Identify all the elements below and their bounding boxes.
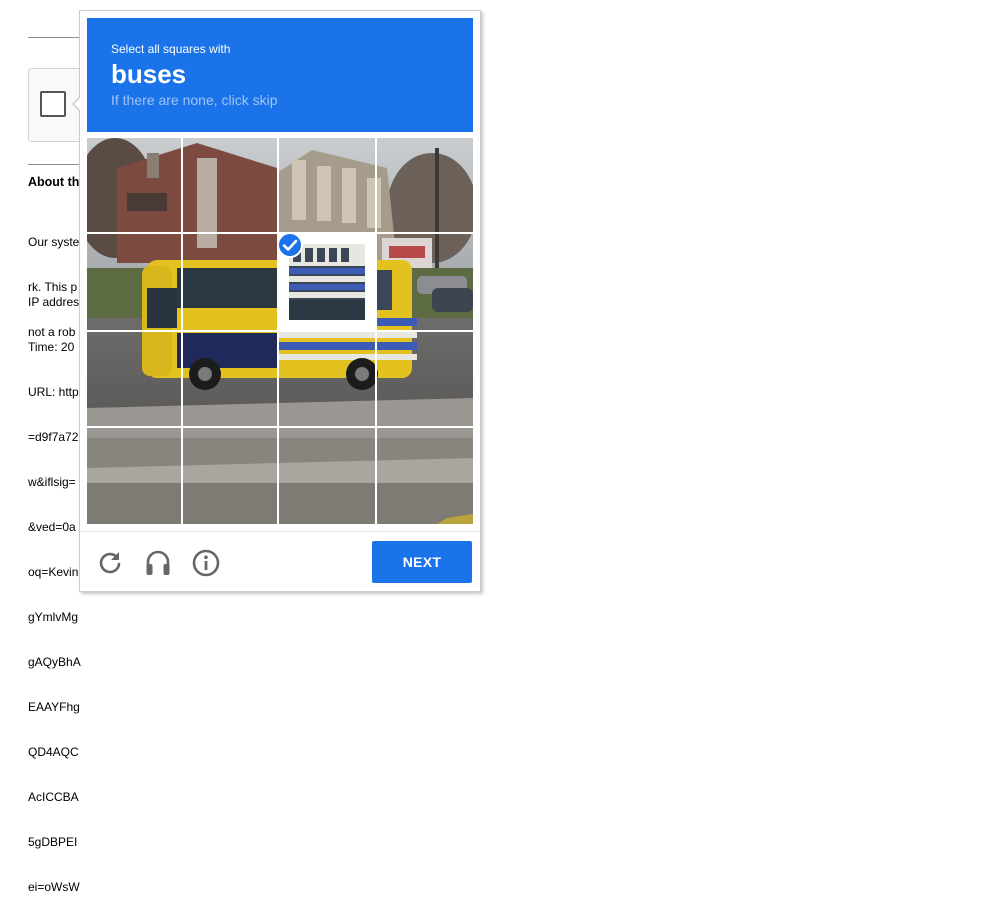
about-heading: About th bbox=[28, 175, 80, 189]
detail-line: gAQyBhA bbox=[28, 655, 81, 669]
reload-button[interactable] bbox=[95, 548, 125, 578]
grid-tile[interactable] bbox=[87, 234, 181, 328]
detail-line: EAAYFhg bbox=[28, 700, 80, 714]
reload-icon bbox=[99, 552, 121, 574]
detail-line: &ved=0a bbox=[28, 520, 76, 534]
grid-tile[interactable] bbox=[377, 428, 471, 522]
audio-challenge-button[interactable] bbox=[143, 548, 173, 578]
challenge-popup: Select all squares with buses If there a… bbox=[79, 10, 481, 592]
grid-tile[interactable] bbox=[183, 138, 277, 232]
detail-line: ei=oWsW bbox=[28, 880, 80, 894]
grid-tile[interactable] bbox=[87, 332, 181, 426]
grid-tile[interactable] bbox=[377, 138, 471, 232]
grid-tile[interactable] bbox=[87, 428, 181, 522]
paragraph-line: Our syste bbox=[28, 235, 80, 249]
grid-tile[interactable] bbox=[279, 138, 373, 232]
skip-hint: If there are none, click skip bbox=[111, 92, 278, 108]
detail-line: gYmlvMg bbox=[28, 610, 79, 624]
detail-line: IP addres bbox=[28, 295, 80, 309]
detail-line: Time: 20 bbox=[28, 340, 75, 354]
detail-line: QD4AQC bbox=[28, 745, 79, 759]
detail-line: 5gDBPEI bbox=[28, 835, 78, 849]
footer-divider bbox=[80, 531, 480, 532]
help-button[interactable] bbox=[191, 548, 221, 578]
detail-line: oq=Kevin bbox=[28, 565, 79, 579]
grid-tile[interactable] bbox=[377, 234, 471, 328]
headphones-icon bbox=[146, 550, 170, 575]
grid-tile[interactable] bbox=[183, 332, 277, 426]
next-button[interactable]: NEXT bbox=[372, 541, 472, 583]
checkmark-icon bbox=[277, 232, 303, 258]
popup-arrow-inner bbox=[74, 97, 81, 111]
image-grid bbox=[87, 138, 473, 524]
detail-line: w&iflsig= bbox=[28, 475, 76, 489]
instruction-text: Select all squares with bbox=[111, 42, 231, 56]
target-object: buses bbox=[111, 59, 187, 89]
grid-tile[interactable] bbox=[183, 428, 277, 522]
info-icon bbox=[192, 549, 220, 577]
grid-tile[interactable] bbox=[87, 138, 181, 232]
grid-tile-selected[interactable] bbox=[277, 232, 375, 330]
grid-tile[interactable] bbox=[377, 332, 471, 426]
detail-line: AcICCBA bbox=[28, 790, 79, 804]
challenge-header: Select all squares with buses If there a… bbox=[87, 18, 473, 132]
request-details: IP addres Time: 20 URL: http =d9f7a72 w&… bbox=[28, 265, 81, 910]
detail-line: URL: http bbox=[28, 385, 79, 399]
detail-line: =d9f7a72 bbox=[28, 430, 79, 444]
grid-tile[interactable] bbox=[279, 332, 373, 426]
grid-tile[interactable] bbox=[183, 234, 277, 328]
recaptcha-checkbox[interactable] bbox=[40, 91, 66, 117]
grid-tile[interactable] bbox=[279, 428, 373, 522]
